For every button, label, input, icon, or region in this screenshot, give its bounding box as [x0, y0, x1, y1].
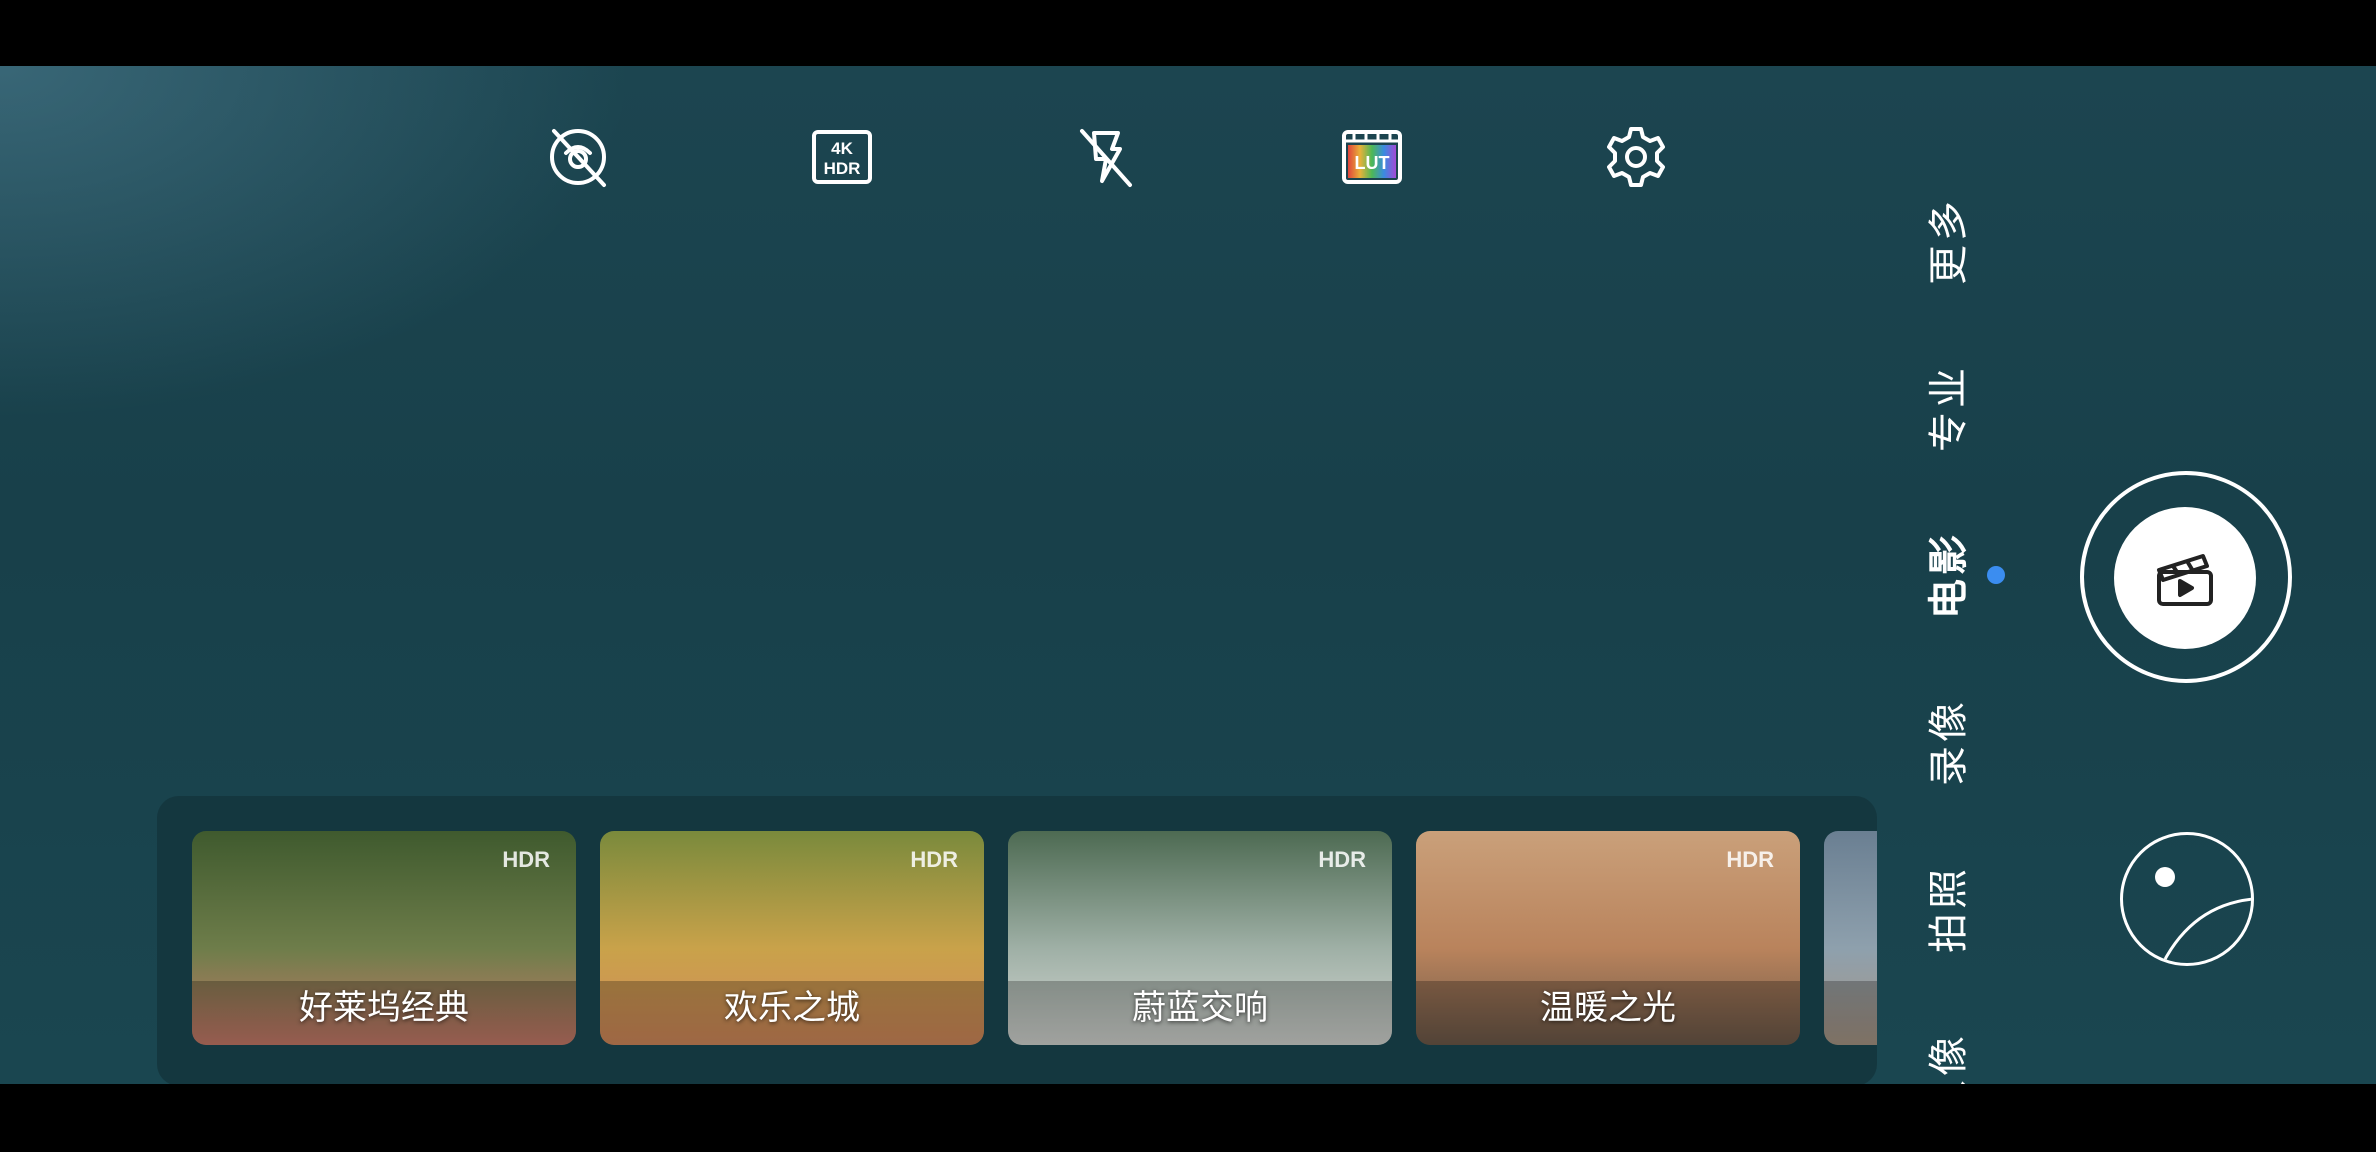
settings-gear-icon[interactable] — [1602, 123, 1670, 191]
lut-icon[interactable]: LUT — [1338, 123, 1406, 191]
4k-label: 4K — [831, 139, 853, 158]
filter-preview-image — [1824, 831, 1877, 1045]
gallery-thumbnail-button[interactable] — [2120, 832, 2254, 966]
active-mode-indicator — [1987, 566, 2005, 584]
filter-name: 蔚蓝交响 — [1132, 988, 1268, 1028]
filter-card-hollywood-classic[interactable]: HDR 好莱坞经典 — [192, 831, 576, 1045]
filter-name: 好莱坞经典 — [299, 988, 469, 1028]
mode-pro[interactable]: 专业 — [1900, 353, 1990, 463]
filter-card-warm-light[interactable]: HDR 温暖之光 — [1416, 831, 1800, 1045]
hdr-badge: HDR — [1318, 847, 1366, 872]
mode-label: 专业 — [1926, 364, 1972, 452]
bottom-letterbox — [0, 1084, 2376, 1152]
gallery-icon — [2155, 867, 2251, 963]
mode-portrait[interactable]: 人像 — [1900, 1021, 1990, 1084]
filter-card-azure-symphony[interactable]: HDR 蔚蓝交响 — [1008, 831, 1392, 1045]
mode-label: 人像 — [1926, 1032, 1972, 1084]
mode-label: 录像 — [1926, 698, 1972, 786]
mode-label: 拍照 — [1926, 865, 1972, 953]
mode-movie[interactable]: 电影 — [1900, 520, 1990, 630]
mode-label: 电影 — [1926, 531, 1972, 619]
camera-viewfinder[interactable]: 4K HDR LUT 更多 专业 电影 录像 拍照 人像 HDR 好莱坞经典 H… — [0, 66, 2376, 1084]
hdr-badge: HDR — [910, 847, 958, 872]
flash-off-icon[interactable] — [1072, 123, 1140, 191]
hdr-label: HDR — [824, 159, 861, 178]
mode-photo[interactable]: 拍照 — [1900, 854, 1990, 964]
filter-card-joyful-city[interactable]: HDR 欢乐之城 — [600, 831, 984, 1045]
clapperboard-icon — [2157, 554, 2213, 606]
ai-lens-off-icon[interactable] — [544, 123, 612, 191]
record-movie-button[interactable] — [2114, 507, 2256, 649]
filter-name: 温暖之光 — [1540, 988, 1676, 1028]
hdr-badge: HDR — [502, 847, 550, 872]
top-toolbar: 4K HDR LUT — [0, 66, 1860, 246]
mode-selector: 更多 专业 电影 录像 拍照 人像 — [1900, 66, 1990, 1084]
lut-label: LUT — [1355, 153, 1390, 173]
movie-filter-panel: HDR 好莱坞经典 HDR 欢乐之城 HDR 蔚蓝交响 HDR 温暖之光 — [157, 796, 1877, 1084]
top-letterbox — [0, 0, 2376, 66]
4k-hdr-icon[interactable]: 4K HDR — [808, 123, 876, 191]
filter-name: 欢乐之城 — [724, 988, 860, 1028]
mode-more[interactable]: 更多 — [1900, 186, 1990, 296]
hdr-badge: HDR — [1726, 847, 1774, 872]
filter-card-partial[interactable] — [1824, 831, 1877, 1045]
mode-label: 更多 — [1926, 197, 1972, 285]
mode-video[interactable]: 录像 — [1900, 687, 1990, 797]
